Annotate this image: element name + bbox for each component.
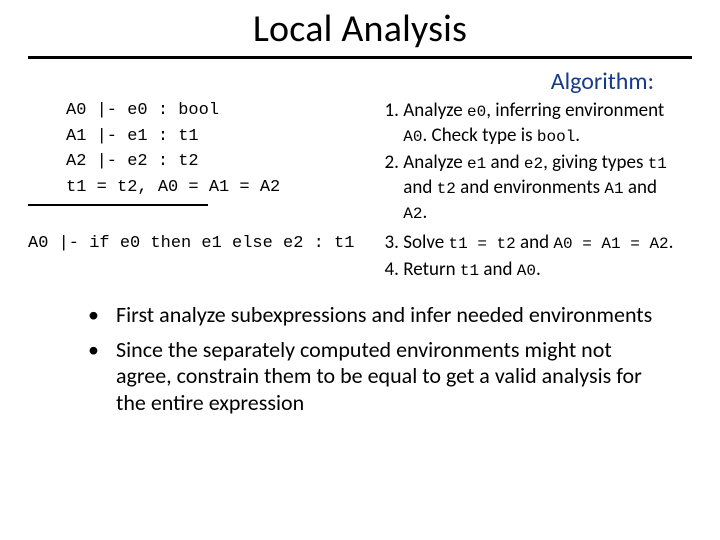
page-title: Local Analysis <box>28 6 692 52</box>
bullet-1-text: First analyze subexpressions and infer n… <box>116 302 652 329</box>
premise-2: A1 |- e1 : t1 <box>66 127 199 146</box>
premises-block: A0 |- e0 : bool A1 |- e1 : t1 A2 |- e2 :… <box>28 98 373 200</box>
bullet-2-text: Since the separately computed environmen… <box>116 337 672 417</box>
slide: Local Analysis Algorithm: A0 |- e0 : boo… <box>0 0 720 540</box>
premise-constraint: t1 = t2, A0 = A1 = A2 <box>66 178 280 197</box>
bullet-dot-icon: • <box>88 302 116 329</box>
conclusion: A0 |- if e0 then e1 else e2 : t1 <box>28 230 373 253</box>
title-rule <box>28 56 692 59</box>
conclusion-cell: A0 |- if e0 then e1 else e2 : t1 <box>28 230 373 253</box>
algo-step-1: Analyze e0, inferring environment A0. Ch… <box>403 98 682 148</box>
algorithm-word: Algorithm <box>551 67 648 96</box>
algorithm-continued: Solve t1 = t2 and A0 = A1 = A2. Return t… <box>379 230 692 284</box>
bullet-1: • First analyze subexpressions and infer… <box>88 302 672 329</box>
main-row: A0 |- e0 : bool A1 |- e1 : t1 A2 |- e2 :… <box>28 98 692 228</box>
premise-1: A0 |- e0 : bool <box>66 101 219 120</box>
bullet-2: • Since the separately computed environm… <box>88 337 672 417</box>
algorithm-heading: Algorithm: <box>28 67 654 96</box>
algo-step-4: Return t1 and A0. <box>403 257 692 282</box>
inference-rule-line <box>28 204 208 206</box>
premise-3: A2 |- e2 : t2 <box>66 152 199 171</box>
derivation-column: A0 |- e0 : bool A1 |- e1 : t1 A2 |- e2 :… <box>28 98 373 210</box>
bullet-dot-icon: • <box>88 337 116 364</box>
algo-step-3: Solve t1 = t2 and A0 = A1 = A2. <box>403 230 692 255</box>
summary-bullets: • First analyze subexpressions and infer… <box>88 302 672 417</box>
lower-row: A0 |- if e0 then e1 else e2 : t1 Solve t… <box>28 230 692 284</box>
algorithm-list-cont: Solve t1 = t2 and A0 = A1 = A2. Return t… <box>379 230 692 282</box>
algo-step-2: Analyze e1 and e2, giving types t1 and t… <box>403 150 682 225</box>
algorithm-list: Analyze e0, inferring environment A0. Ch… <box>379 98 682 226</box>
algorithm-column: Analyze e0, inferring environment A0. Ch… <box>379 98 692 228</box>
algorithm-colon: : <box>648 67 654 96</box>
